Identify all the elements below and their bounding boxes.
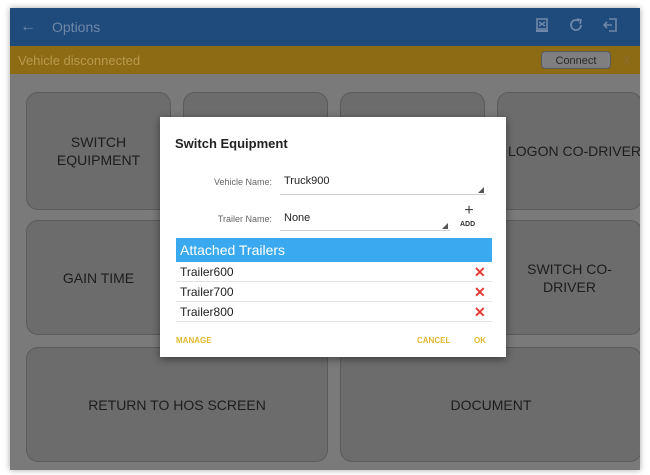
- trailer-name: Trailer700: [180, 285, 234, 299]
- page-title: Options: [52, 19, 101, 35]
- attached-trailers-header: Attached Trailers: [176, 238, 492, 262]
- refresh-icon[interactable]: [566, 17, 586, 37]
- vehicle-name-value[interactable]: Truck900: [284, 175, 329, 187]
- close-status-button[interactable]: X: [622, 52, 631, 68]
- switch-codriver-tile[interactable]: SWITCH CO-DRIVER: [497, 220, 640, 335]
- connection-status-bar: Vehicle disconnected Connect X: [10, 46, 640, 74]
- trailer-name-label: Trailer Name:: [217, 214, 272, 224]
- cancel-button[interactable]: CANCEL: [417, 336, 450, 345]
- delete-icon[interactable]: ✕: [474, 264, 486, 281]
- manage-button[interactable]: MANAGE: [176, 336, 212, 345]
- document-tile[interactable]: DOCUMENT: [340, 347, 640, 462]
- trailer-name: Trailer800: [180, 305, 234, 319]
- dropdown-arrow-icon[interactable]: [478, 187, 484, 193]
- delete-icon[interactable]: ✕: [474, 284, 486, 301]
- trailer-name-value[interactable]: None: [284, 212, 310, 224]
- dialog-title: Switch Equipment: [175, 136, 288, 151]
- dropdown-arrow-icon[interactable]: [442, 223, 448, 229]
- logon-codriver-tile[interactable]: LOGON CO-DRIVER: [497, 92, 640, 210]
- add-trailer-button[interactable]: ADD: [460, 221, 475, 228]
- vehicle-name-label: Vehicle Name:: [213, 177, 272, 187]
- logout-icon[interactable]: [600, 17, 620, 37]
- trailer-row: Trailer600 ✕: [176, 262, 492, 282]
- tile-label: LOGON CO-DRIVER: [508, 143, 640, 159]
- tile-label: RETURN TO HOS SCREEN: [88, 396, 266, 413]
- app-bar: ← Options: [10, 8, 640, 46]
- delete-icon[interactable]: ✕: [474, 304, 486, 321]
- tile-label: DOCUMENT: [450, 396, 532, 413]
- return-hos-tile[interactable]: RETURN TO HOS SCREEN: [26, 347, 328, 462]
- tile-label: SWITCH CO-DRIVER: [527, 260, 612, 295]
- switch-equipment-dialog: Switch Equipment Vehicle Name: Truck900 …: [160, 117, 506, 357]
- gain-time-tile[interactable]: GAIN TIME: [26, 220, 171, 335]
- tile-label: SWITCH EQUIPMENT: [56, 134, 141, 168]
- connect-button[interactable]: Connect: [541, 51, 611, 69]
- add-icon[interactable]: +: [461, 202, 477, 220]
- trailer-name: Trailer600: [180, 265, 234, 279]
- trailer-row: Trailer700 ✕: [176, 282, 492, 302]
- device-disconnect-icon[interactable]: [532, 17, 552, 37]
- tile-label: GAIN TIME: [62, 269, 135, 286]
- arrow-left-icon[interactable]: ←: [20, 17, 40, 37]
- switch-equipment-tile[interactable]: SWITCH EQUIPMENT: [26, 92, 171, 210]
- ok-button[interactable]: OK: [474, 336, 486, 345]
- trailer-field-underline: [280, 230, 450, 231]
- vehicle-field-underline: [280, 194, 486, 195]
- status-message: Vehicle disconnected: [18, 53, 141, 68]
- trailer-row: Trailer800 ✕: [176, 302, 492, 322]
